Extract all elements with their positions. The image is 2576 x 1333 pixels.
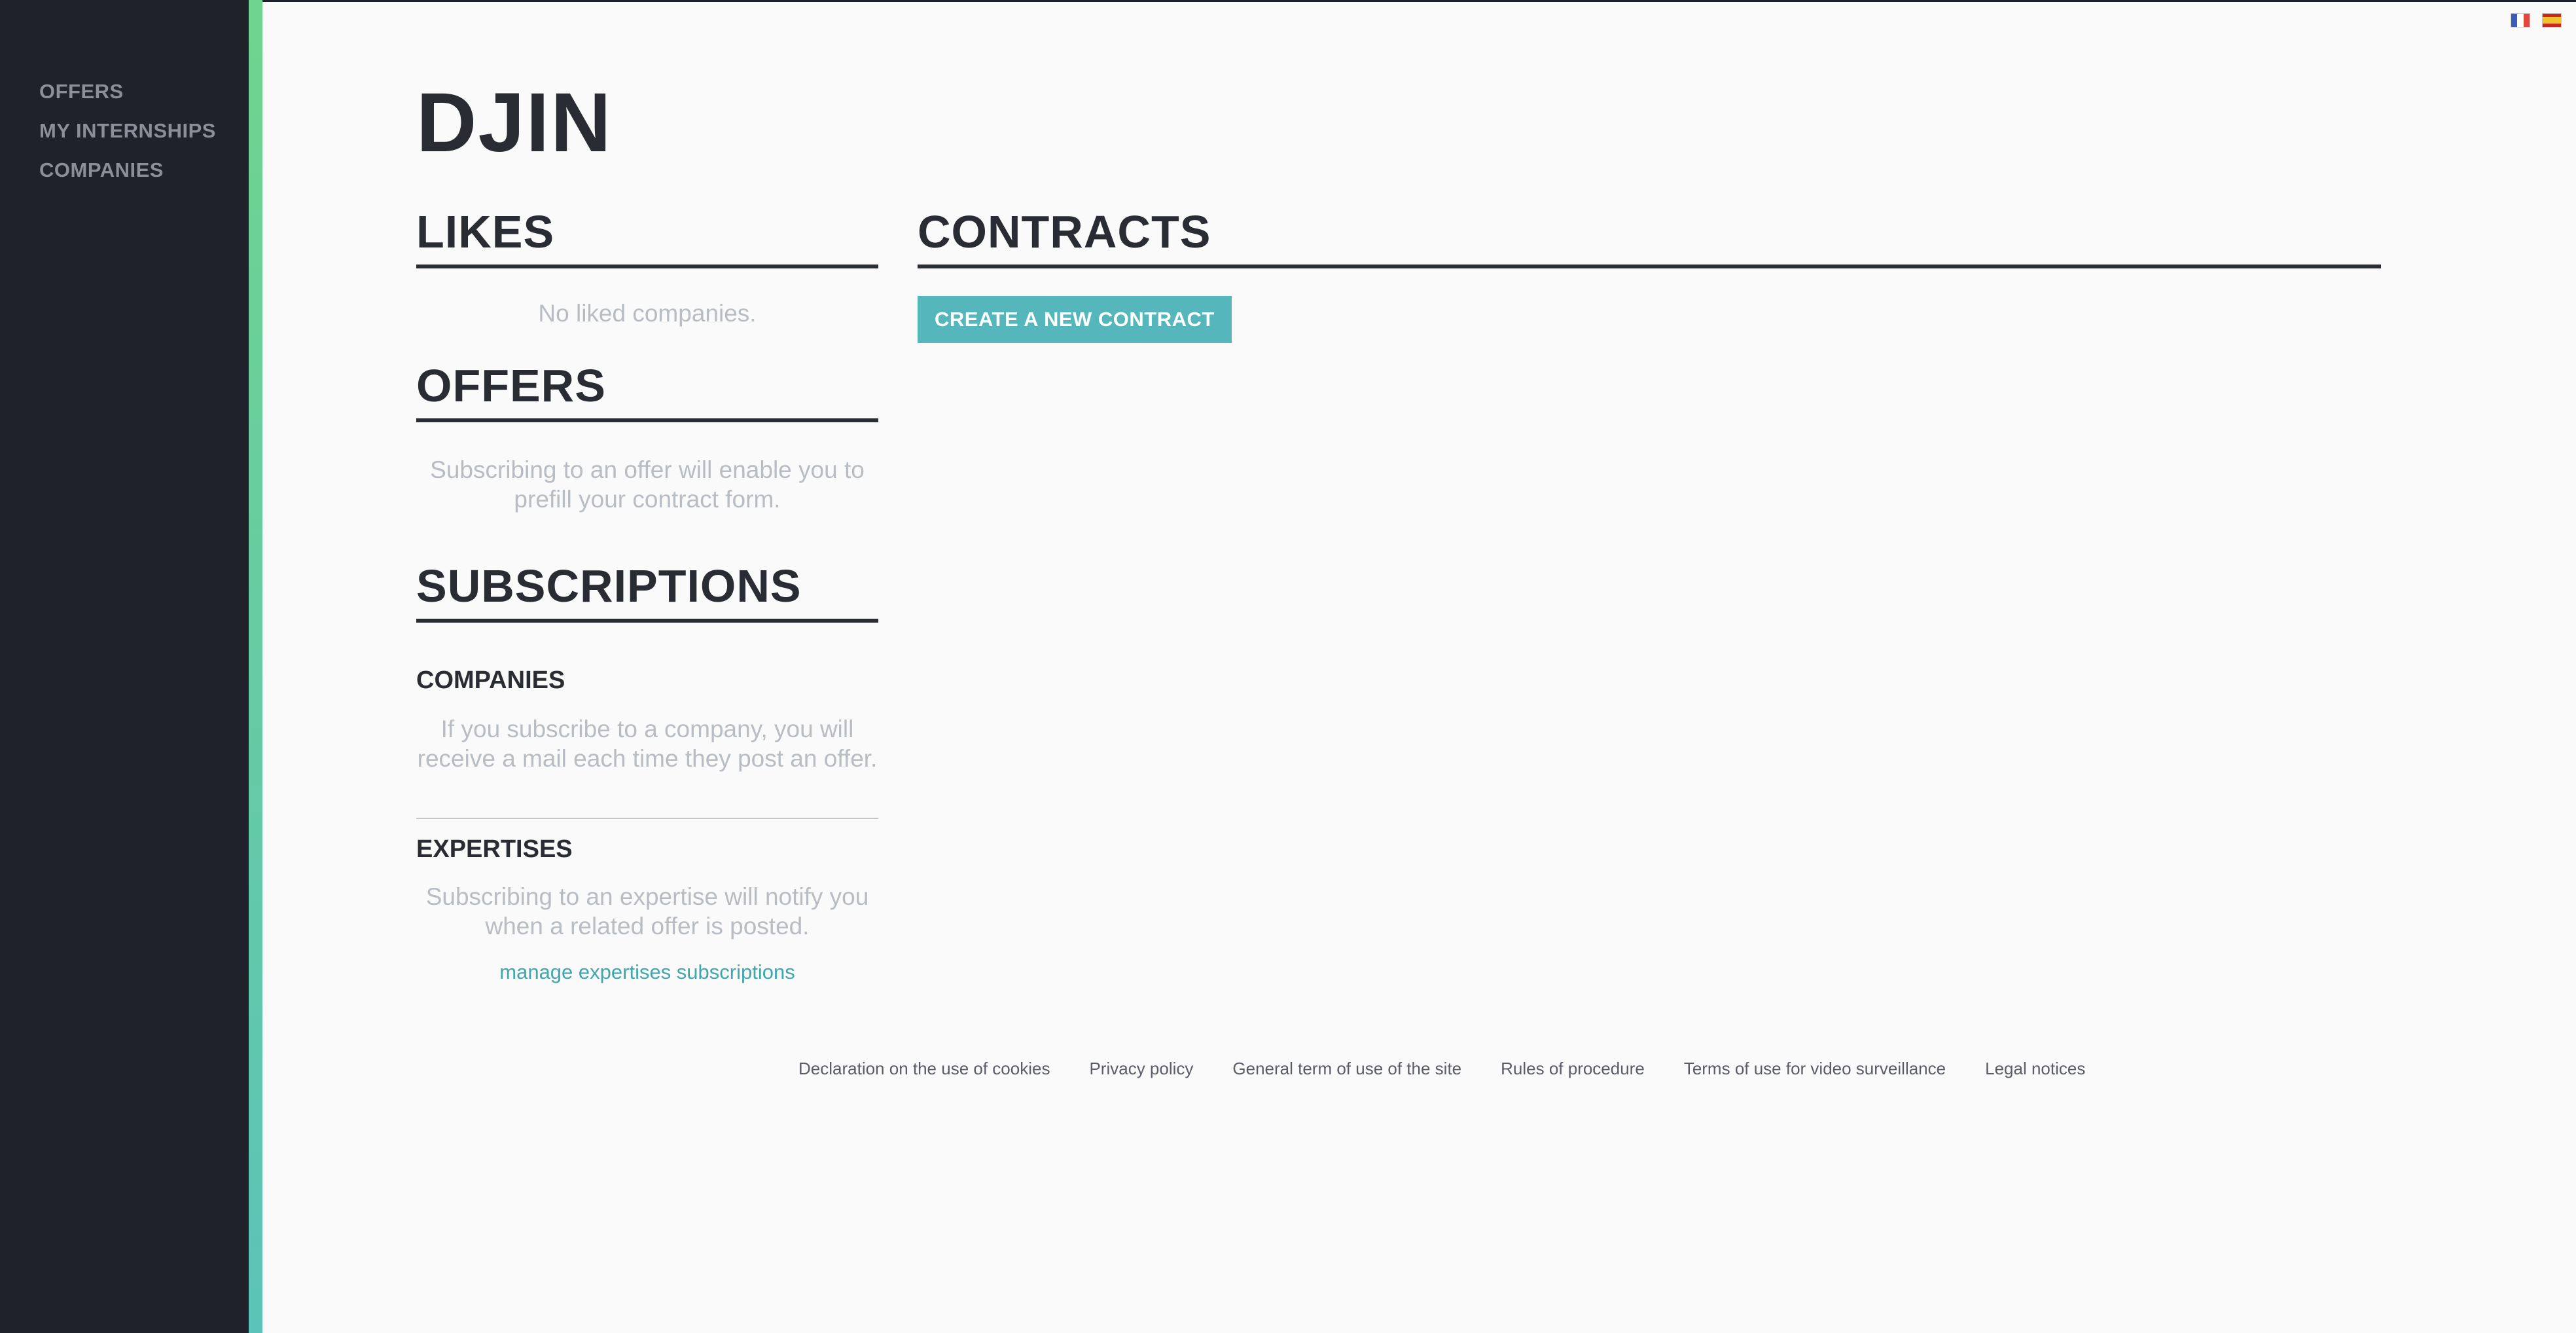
footer-link-rules[interactable]: Rules of procedure <box>1501 1055 1645 1082</box>
sidebar-item-my-internships[interactable]: MY INTERNSHIPS <box>39 111 216 151</box>
expertises-info-text: Subscribing to an expertise will notify … <box>425 883 869 940</box>
footer-link-legal[interactable]: Legal notices <box>1985 1055 2085 1082</box>
fr-flag-icon[interactable] <box>2511 13 2530 27</box>
sidebar: OFFERS MY INTERNSHIPS COMPANIES <box>0 0 249 1333</box>
sidebar-nav: OFFERS MY INTERNSHIPS COMPANIES <box>39 72 216 190</box>
left-column: LIKES No liked companies. OFFERS Subscri… <box>416 199 878 985</box>
footer-link-cookies[interactable]: Declaration on the use of cookies <box>798 1055 1050 1082</box>
offers-info-text: Subscribing to an offer will enable you … <box>430 456 865 513</box>
create-contract-button[interactable]: CREATE A NEW CONTRACT <box>918 296 1232 343</box>
sidebar-item-companies[interactable]: COMPANIES <box>39 151 216 190</box>
divider <box>416 818 878 819</box>
right-column: CONTRACTS CREATE A NEW CONTRACT <box>918 199 2381 343</box>
sidebar-item-offers[interactable]: OFFERS <box>39 72 216 111</box>
companies-info-text: If you subscribe to a company, you will … <box>417 716 878 772</box>
sidebar-accent-bar <box>249 0 262 1333</box>
footer-link-privacy[interactable]: Privacy policy <box>1089 1055 1193 1082</box>
likes-heading: LIKES <box>416 199 878 268</box>
language-switcher <box>2511 13 2562 27</box>
contracts-heading: CONTRACTS <box>918 199 2381 268</box>
expertises-subheading: EXPERTISES <box>416 835 573 863</box>
likes-empty-text: No liked companies. <box>538 300 757 327</box>
page-title: DJIN <box>416 76 613 170</box>
top-border <box>262 0 2576 2</box>
offers-heading: OFFERS <box>416 353 878 422</box>
manage-expertises-link[interactable]: manage expertises subscriptions <box>416 959 878 985</box>
footer-link-video-surveillance[interactable]: Terms of use for video surveillance <box>1684 1055 1946 1082</box>
companies-subheading: COMPANIES <box>416 666 565 694</box>
subscriptions-heading: SUBSCRIPTIONS <box>416 553 878 623</box>
es-flag-icon[interactable] <box>2542 13 2562 27</box>
footer: Declaration on the use of cookies Privac… <box>798 1055 2085 1082</box>
footer-link-terms[interactable]: General term of use of the site <box>1232 1055 1461 1082</box>
